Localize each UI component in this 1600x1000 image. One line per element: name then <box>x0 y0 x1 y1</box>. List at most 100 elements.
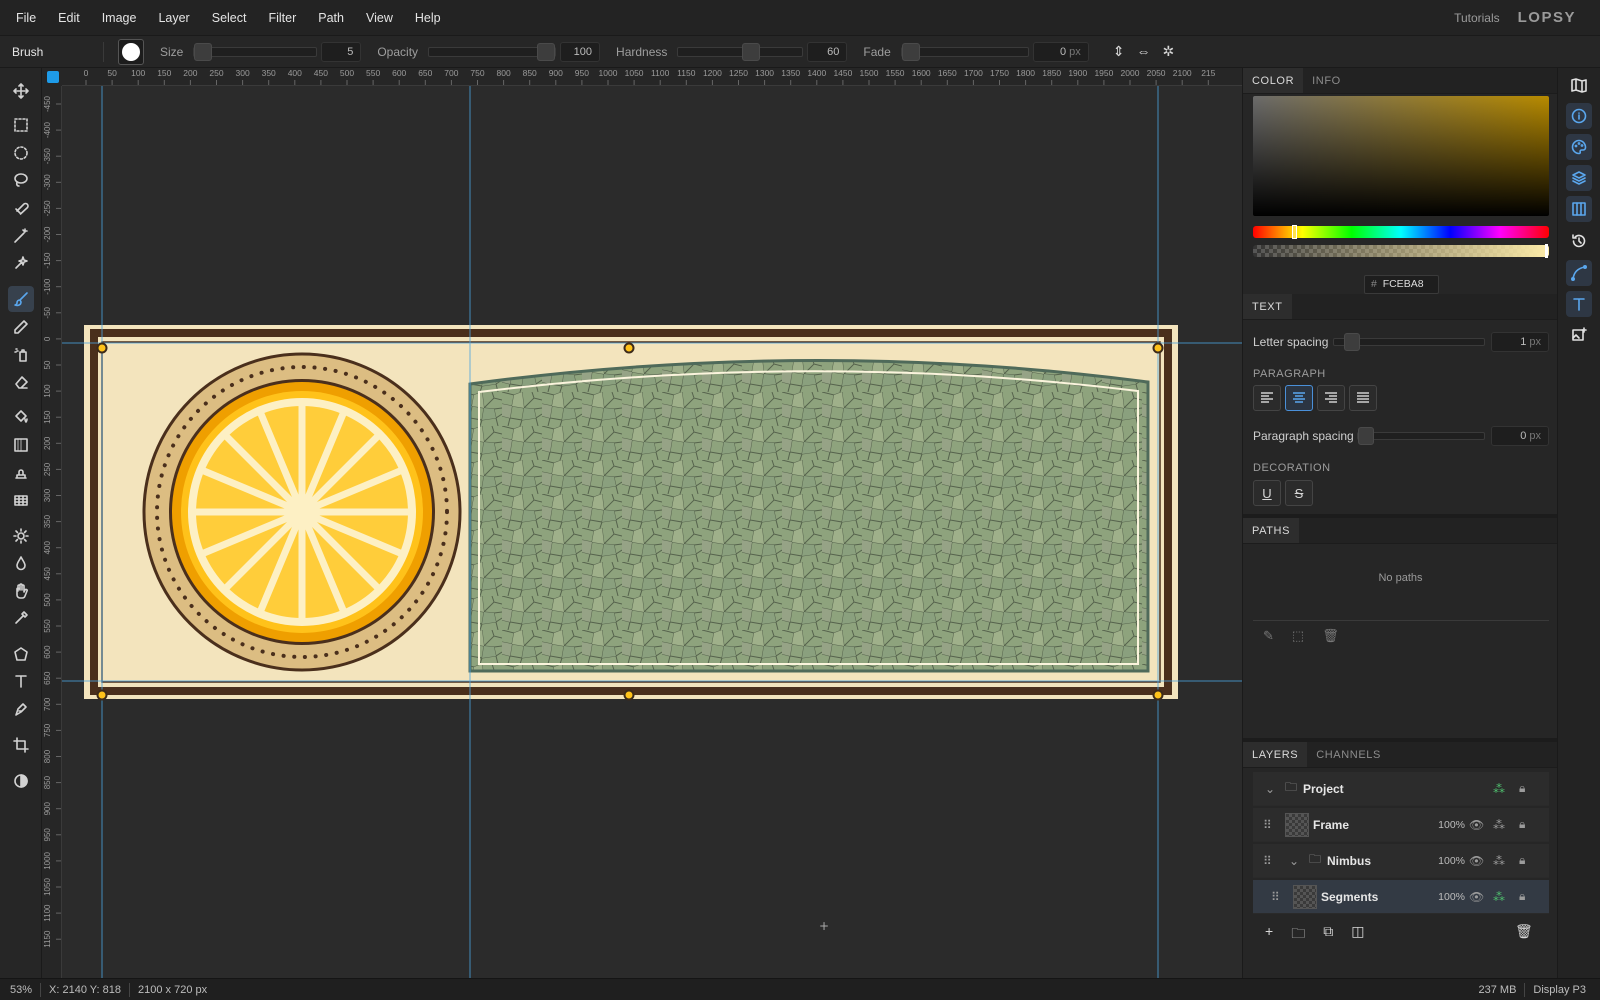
map-icon[interactable] <box>1566 72 1592 98</box>
hand-icon[interactable] <box>8 578 34 604</box>
eyedropper-icon[interactable] <box>8 605 34 631</box>
palette-icon[interactable] <box>1566 134 1592 160</box>
brush-preview-swatch[interactable] <box>118 38 144 65</box>
tab-channels[interactable]: CHANNELS <box>1307 742 1390 767</box>
hex-input[interactable]: # FCEBA8 <box>1364 275 1439 294</box>
path-delete-icon[interactable]: 🗑︎ <box>1322 628 1339 644</box>
effects-icon[interactable]: ⁂ <box>1493 854 1505 868</box>
size-value[interactable]: 5 <box>321 41 362 62</box>
menu-filter[interactable]: Filter <box>257 11 307 25</box>
align-justify-icon[interactable] <box>1349 385 1377 411</box>
menu-path[interactable]: Path <box>307 11 355 25</box>
lock-icon[interactable]: 🔒︎ <box>1519 781 1525 796</box>
pattern-icon[interactable] <box>8 487 34 513</box>
zoom-level[interactable]: 53% <box>0 984 32 996</box>
contrast-icon[interactable] <box>8 768 34 794</box>
lock-icon[interactable]: 🔒︎ <box>1519 817 1525 832</box>
underline-button[interactable]: U <box>1253 480 1281 506</box>
quick-select-icon[interactable] <box>8 250 34 276</box>
text-tool-icon[interactable] <box>8 668 34 694</box>
eraser-icon[interactable] <box>8 369 34 395</box>
channels-icon[interactable] <box>1566 196 1592 222</box>
info-icon[interactable] <box>1566 103 1592 129</box>
hardness-slider[interactable] <box>677 42 804 61</box>
pen-tool-icon[interactable] <box>8 696 34 722</box>
path-to-selection-icon[interactable]: ⬚ <box>1292 628 1304 644</box>
tab-layers[interactable]: LAYERS <box>1243 742 1308 767</box>
visibility-eye-icon[interactable]: 👁︎ <box>1469 818 1484 832</box>
history-icon[interactable] <box>1566 228 1592 254</box>
symmetry-horizontal-icon[interactable]: ⇔ <box>1136 43 1150 60</box>
drag-handle-icon[interactable]: ⠿ <box>1271 890 1280 904</box>
effects-icon[interactable]: ⁂ <box>1493 890 1505 904</box>
hardness-value[interactable]: 60 <box>807 41 848 62</box>
layer-row-nimbus[interactable]: ⠿ ⌄ 🗀︎ Nimbus 100% 👁︎ ⁂ 🔒︎ <box>1253 844 1549 878</box>
menu-select[interactable]: Select <box>201 11 258 25</box>
lock-icon[interactable]: 🔒︎ <box>1519 889 1525 904</box>
tab-text[interactable]: TEXT <box>1243 294 1292 319</box>
symmetry-radial-icon[interactable]: ✲ <box>1162 43 1174 60</box>
color-field[interactable] <box>1253 96 1549 216</box>
drag-handle-icon[interactable]: ⠿ <box>1263 818 1272 832</box>
effects-icon[interactable]: ⁂ <box>1493 782 1505 796</box>
drag-handle-icon[interactable]: ⠿ <box>1263 854 1272 868</box>
paths-icon[interactable] <box>1566 260 1592 286</box>
add-group-icon[interactable]: 🗀︎ <box>1291 923 1305 947</box>
align-left-icon[interactable] <box>1253 385 1281 411</box>
move-tool-icon[interactable] <box>8 78 34 104</box>
menu-file[interactable]: File <box>0 11 47 25</box>
tutorials-link[interactable]: Tutorials <box>1454 11 1500 25</box>
menu-layer[interactable]: Layer <box>147 11 200 25</box>
add-layer-icon[interactable]: + <box>1265 923 1273 947</box>
layer-row-frame[interactable]: ⠿ Frame 100% 👁︎ ⁂ 🔒︎ <box>1253 808 1549 842</box>
letter-spacing-slider[interactable] <box>1333 333 1485 351</box>
align-center-icon[interactable] <box>1285 385 1313 411</box>
layer-row-project[interactable]: ⌄ 🗀︎ Project ⁂ 🔒︎ <box>1253 772 1549 806</box>
shape-icon[interactable] <box>8 641 34 667</box>
opacity-slider[interactable] <box>428 42 557 61</box>
pencil-icon[interactable] <box>8 314 34 340</box>
fade-slider[interactable] <box>900 42 1029 61</box>
rect-select-icon[interactable] <box>8 112 34 138</box>
letter-spacing-value[interactable]: 1 px <box>1491 332 1549 352</box>
path-edit-icon[interactable]: ✎ <box>1263 628 1274 644</box>
canvas-viewport[interactable]: + <box>62 86 1242 978</box>
expand-chevron-icon[interactable]: ⌄ <box>1289 854 1299 868</box>
menu-view[interactable]: View <box>355 11 404 25</box>
dodge-icon[interactable] <box>8 523 34 549</box>
size-slider[interactable] <box>193 42 318 61</box>
crop-icon[interactable] <box>8 732 34 758</box>
visibility-eye-icon[interactable]: 👁︎ <box>1469 890 1484 904</box>
layer-row-segments[interactable]: ⠿ Segments 100% 👁︎ ⁂ 🔒︎ <box>1253 880 1549 914</box>
brush-tool-icon[interactable] <box>8 286 34 312</box>
visibility-eye-icon[interactable]: 👁︎ <box>1469 854 1484 868</box>
layers-icon[interactable] <box>1566 165 1592 191</box>
lock-icon[interactable]: 🔒︎ <box>1519 853 1525 868</box>
tab-info[interactable]: INFO <box>1303 68 1350 93</box>
align-right-icon[interactable] <box>1317 385 1345 411</box>
menu-help[interactable]: Help <box>404 11 452 25</box>
spray-icon[interactable] <box>8 341 34 367</box>
hue-slider[interactable] <box>1253 225 1549 239</box>
magic-wand-icon[interactable] <box>8 223 34 249</box>
mask-icon[interactable]: ◫ <box>1351 923 1364 947</box>
ellipse-select-icon[interactable] <box>8 140 34 166</box>
document-canvas[interactable]: + <box>62 86 1242 978</box>
menu-edit[interactable]: Edit <box>47 11 91 25</box>
tab-paths[interactable]: PATHS <box>1243 518 1300 543</box>
tab-color[interactable]: COLOR <box>1243 68 1304 93</box>
paragraph-spacing-slider[interactable] <box>1357 427 1485 445</box>
gradient-icon[interactable] <box>8 432 34 458</box>
stamp-icon[interactable] <box>8 459 34 485</box>
symmetry-vertical-icon[interactable]: ⇕ <box>1113 43 1125 60</box>
blur-icon[interactable] <box>8 550 34 576</box>
text-panel-icon[interactable] <box>1566 291 1592 317</box>
paint-bucket-icon[interactable] <box>8 404 34 430</box>
expand-chevron-icon[interactable]: ⌄ <box>1265 782 1275 796</box>
fade-value[interactable]: 0 px <box>1032 41 1089 62</box>
paragraph-spacing-value[interactable]: 0 px <box>1491 426 1549 446</box>
duplicate-layer-icon[interactable]: ⧉ <box>1323 923 1333 947</box>
image-adjust-icon[interactable] <box>1566 322 1592 348</box>
effects-icon[interactable]: ⁂ <box>1493 818 1505 832</box>
magnetic-lasso-icon[interactable] <box>8 195 34 221</box>
